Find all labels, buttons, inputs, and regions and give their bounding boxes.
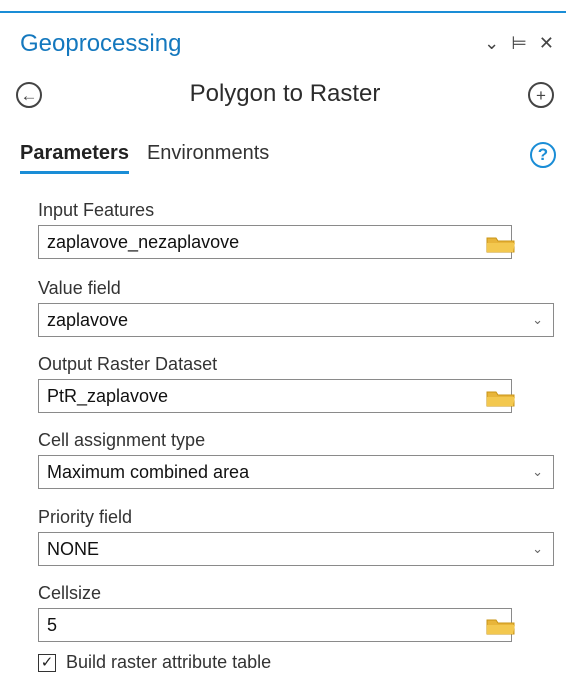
close-icon[interactable]: ✕ [539, 34, 554, 52]
param-label: Input Features [38, 200, 155, 220]
tool-header: ← Polygon to Raster + [16, 78, 554, 114]
field-value: 5 [47, 615, 58, 635]
tab-bar: Parameters Environments [20, 142, 269, 174]
options-chevron-icon[interactable]: ⌄ [484, 34, 499, 52]
param-cell-assignment: Cell assignment type Maximum combined ar… [38, 430, 554, 489]
folder-browse-icon[interactable] [486, 235, 516, 253]
param-cellsize: Cellsize 5 [38, 583, 512, 642]
chevron-down-icon: ⌄ [532, 464, 543, 479]
folder-browse-icon[interactable] [486, 617, 516, 635]
field-value: zaplavove_nezaplavove [47, 232, 240, 252]
param-input-features: Input Features zaplavove_nezaplavove ⌄ [38, 200, 512, 259]
build-attribute-table-row: ✓ Build raster attribute table [38, 652, 271, 673]
tool-title: Polygon to Raster [189, 80, 381, 107]
input-features-dropdown[interactable]: zaplavove_nezaplavove ⌄ [38, 225, 512, 259]
cell-assignment-dropdown[interactable]: Maximum combined area ⌄ [38, 455, 554, 489]
add-icon[interactable]: + [528, 82, 554, 108]
checkbox-label: Build raster attribute table [66, 652, 272, 672]
priority-field-dropdown[interactable]: NONE ⌄ [38, 532, 554, 566]
chevron-down-icon: ⌄ [532, 312, 543, 327]
folder-browse-icon[interactable] [486, 389, 516, 407]
pane-title-controls: ⌄ ⊨ ✕ [484, 34, 554, 52]
param-label: Value field [38, 278, 121, 298]
value-field-dropdown[interactable]: zaplavove ⌄ [38, 303, 554, 337]
pane-title: Geoprocessing [20, 30, 182, 57]
cellsize-input[interactable]: 5 [38, 608, 512, 642]
help-icon[interactable]: ? [530, 142, 556, 168]
param-label: Cellsize [38, 583, 102, 603]
output-raster-input[interactable]: PtR_zaplavove [38, 379, 512, 413]
pin-icon[interactable]: ⊨ [511, 34, 527, 52]
top-accent-line [0, 11, 566, 13]
field-value: PtR_zaplavove [47, 386, 169, 406]
tab-environments[interactable]: Environments [147, 142, 269, 174]
tab-parameters[interactable]: Parameters [20, 142, 129, 174]
param-value-field: Value field zaplavove ⌄ [38, 278, 554, 337]
field-value: Maximum combined area [47, 462, 250, 482]
chevron-down-icon: ⌄ [532, 541, 543, 556]
build-attribute-table-checkbox[interactable]: ✓ [38, 653, 56, 672]
param-label: Output Raster Dataset [38, 354, 218, 374]
param-label: Cell assignment type [38, 430, 206, 450]
param-priority-field: Priority field NONE ⌄ [38, 507, 554, 566]
param-label: Priority field [38, 507, 133, 527]
field-value: NONE [47, 539, 100, 559]
param-output-raster: Output Raster Dataset PtR_zaplavove [38, 354, 512, 413]
field-value: zaplavove [47, 310, 129, 330]
